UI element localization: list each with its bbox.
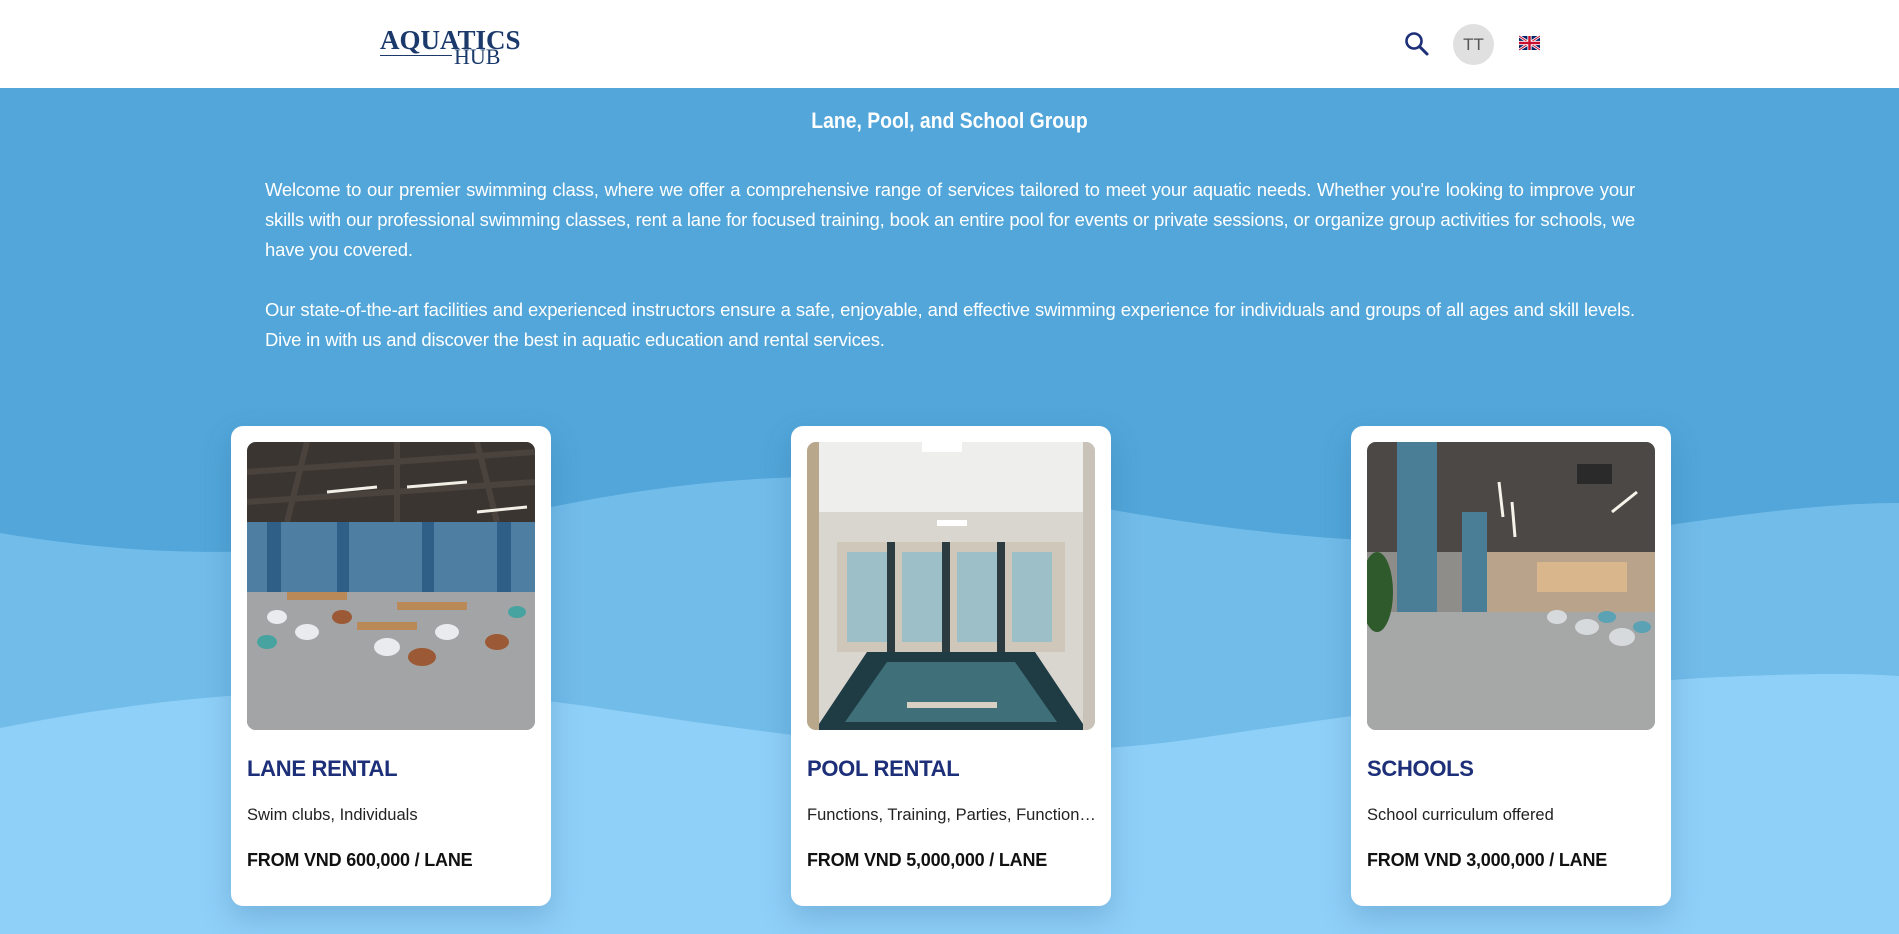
card-description: Functions, Training, Parties, Functions,… [807, 806, 1097, 824]
uk-flag-icon [1518, 34, 1541, 52]
intro-paragraph-2: Our state-of-the-art facilities and expe… [265, 299, 1635, 350]
card-description: School curriculum offered [1367, 806, 1554, 824]
card-title: LANE RENTAL [247, 756, 398, 781]
card-title: POOL RENTAL [807, 756, 960, 781]
card-lane-rental[interactable]: LANE RENTAL Swim clubs, Individuals FROM… [231, 426, 551, 906]
user-avatar[interactable]: TT [1453, 24, 1494, 65]
card-price: FROM VND 5,000,000 / LANE [807, 850, 1048, 870]
intro-text: Welcome to our premier swimming class, w… [265, 175, 1635, 385]
schools-photo [1367, 442, 1655, 730]
card-description: Swim clubs, Individuals [247, 806, 418, 824]
card-pool-rental[interactable]: POOL RENTAL Functions, Training, Parties… [791, 426, 1111, 906]
language-selector[interactable] [1518, 34, 1541, 52]
pool-rental-photo [807, 442, 1095, 730]
card-price: FROM VND 3,000,000 / LANE [1367, 850, 1608, 870]
lane-rental-photo [247, 442, 535, 730]
card-schools[interactable]: SCHOOLS School curriculum offered FROM V… [1351, 426, 1671, 906]
page-title: Lane, Pool, and School Group [811, 108, 1088, 133]
card-price: FROM VND 600,000 / LANE [247, 850, 473, 870]
aquatics-hub-logo[interactable]: AQUATICS HUB [380, 26, 521, 69]
search-button[interactable] [1402, 29, 1432, 59]
logo-divider [380, 55, 452, 56]
top-header: AQUATICS HUB TT [0, 0, 1899, 88]
card-title: SCHOOLS [1367, 756, 1474, 781]
search-icon [1405, 32, 1429, 56]
intro-paragraph-1: Welcome to our premier swimming class, w… [265, 179, 1635, 260]
logo-text-bottom: HUB [454, 44, 501, 69]
